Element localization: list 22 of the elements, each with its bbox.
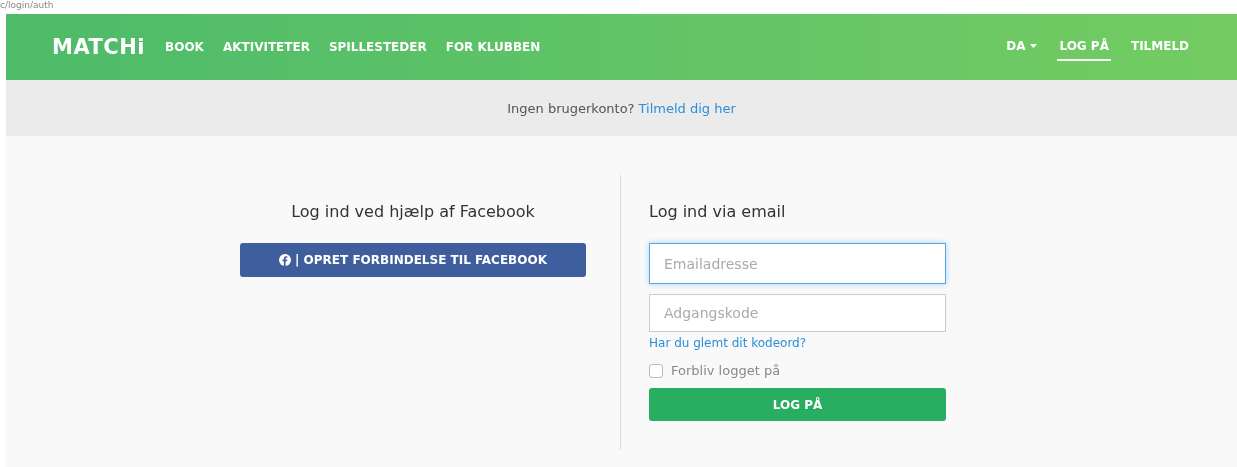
checkbox-label: Forbliv logget på <box>671 363 781 378</box>
facebook-button[interactable]: | OPRET FORBINDELSE TIL FACEBOOK <box>240 243 586 277</box>
url-text: c/login/auth <box>0 0 54 11</box>
signup-link[interactable]: Tilmeld dig her <box>638 100 736 116</box>
nav-link[interactable]: SPILLESTEDER <box>328 40 427 54</box>
password-field[interactable]: Adgangskode <box>649 294 946 332</box>
nav-link[interactable]: LOG PÅ <box>1057 33 1111 61</box>
nav-link[interactable]: AKTIVITETER <box>222 40 310 54</box>
banner-text: Ingen brugerkonto? <box>507 100 635 116</box>
checkbox[interactable] <box>649 363 663 378</box>
facebook-icon <box>279 254 292 266</box>
section-heading: Log ind via email <box>649 202 787 221</box>
login-button[interactable]: LOG PÅ <box>649 388 946 421</box>
nav-link[interactable]: BOOK <box>165 40 204 54</box>
nav-link[interactable]: FOR KLUBBEN <box>445 40 541 54</box>
section-heading: Log ind ved hjælp af Facebook <box>291 202 535 221</box>
caret-icon <box>1030 44 1038 48</box>
forgot-password-link[interactable]: Har du glemt dit kodeord? <box>649 336 807 350</box>
logo[interactable]: MATCHi <box>52 35 146 59</box>
email-field[interactable]: Emailadresse <box>649 243 946 284</box>
nav-link[interactable]: TILMELD <box>1128 33 1191 61</box>
language-dropdown[interactable]: DA <box>1004 33 1040 61</box>
